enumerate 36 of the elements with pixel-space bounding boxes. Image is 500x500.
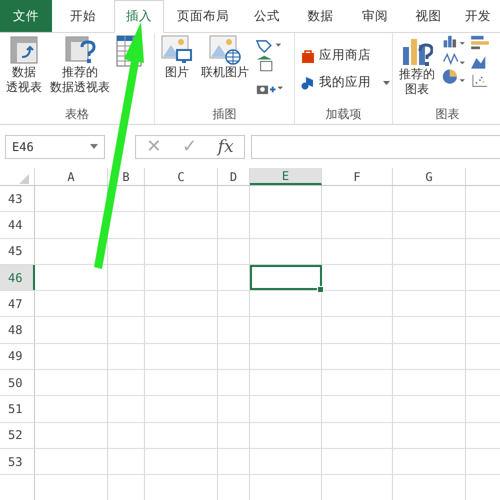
row-header[interactable]: 46	[0, 264, 35, 290]
column-header[interactable]: E	[250, 168, 322, 185]
name-box[interactable]: E46	[5, 134, 105, 158]
group-label: 表格	[65, 106, 89, 123]
ribbon-button[interactable]: 图片	[159, 35, 195, 80]
caret-icon	[383, 78, 390, 87]
ribbon-tab[interactable]: 页面布局	[164, 0, 242, 32]
ribbon-button[interactable]: 推荐的 数据透视表	[48, 35, 112, 95]
ribbon-button[interactable]: 数据 透视表	[4, 35, 44, 95]
ribbon-button[interactable]: 联机图片	[199, 35, 251, 80]
ribbon-tab[interactable]: 开发	[456, 0, 500, 32]
formula-input[interactable]	[251, 134, 500, 158]
column-header[interactable]: A	[35, 168, 108, 185]
recommended-pivot-table-icon	[64, 35, 96, 65]
group-label: 加载项	[326, 106, 362, 123]
store-button[interactable]: 应用商店	[299, 45, 392, 66]
active-cell[interactable]	[250, 264, 322, 290]
ribbon-button[interactable]: 推荐的 图表	[397, 35, 437, 97]
apps-icon	[301, 76, 315, 90]
group-label: 图表	[436, 106, 460, 123]
insert-function-button[interactable]: fx	[218, 136, 234, 156]
ribbon-tab[interactable]: 开始	[52, 0, 114, 32]
store-bag-icon	[301, 48, 315, 62]
pivot-table-icon	[9, 35, 39, 65]
ribbon-tab[interactable]: 文件	[0, 0, 52, 32]
column-header[interactable]: C	[145, 168, 218, 185]
ribbon-tab[interactable]: 公式	[242, 0, 292, 32]
ribbon-tab[interactable]: 数据	[292, 0, 349, 32]
column-header[interactable]: F	[322, 168, 393, 185]
ribbon-tab[interactable]: 审阅	[349, 0, 401, 32]
column-header[interactable]: G	[393, 168, 466, 185]
dropdown-icon[interactable]	[90, 144, 98, 149]
my-apps-button[interactable]: 我的应用	[299, 72, 392, 93]
ribbon-tab[interactable]: 视图	[401, 0, 456, 32]
group-label: 插图	[212, 106, 236, 123]
ribbon-tab[interactable]: 插入	[114, 0, 164, 33]
